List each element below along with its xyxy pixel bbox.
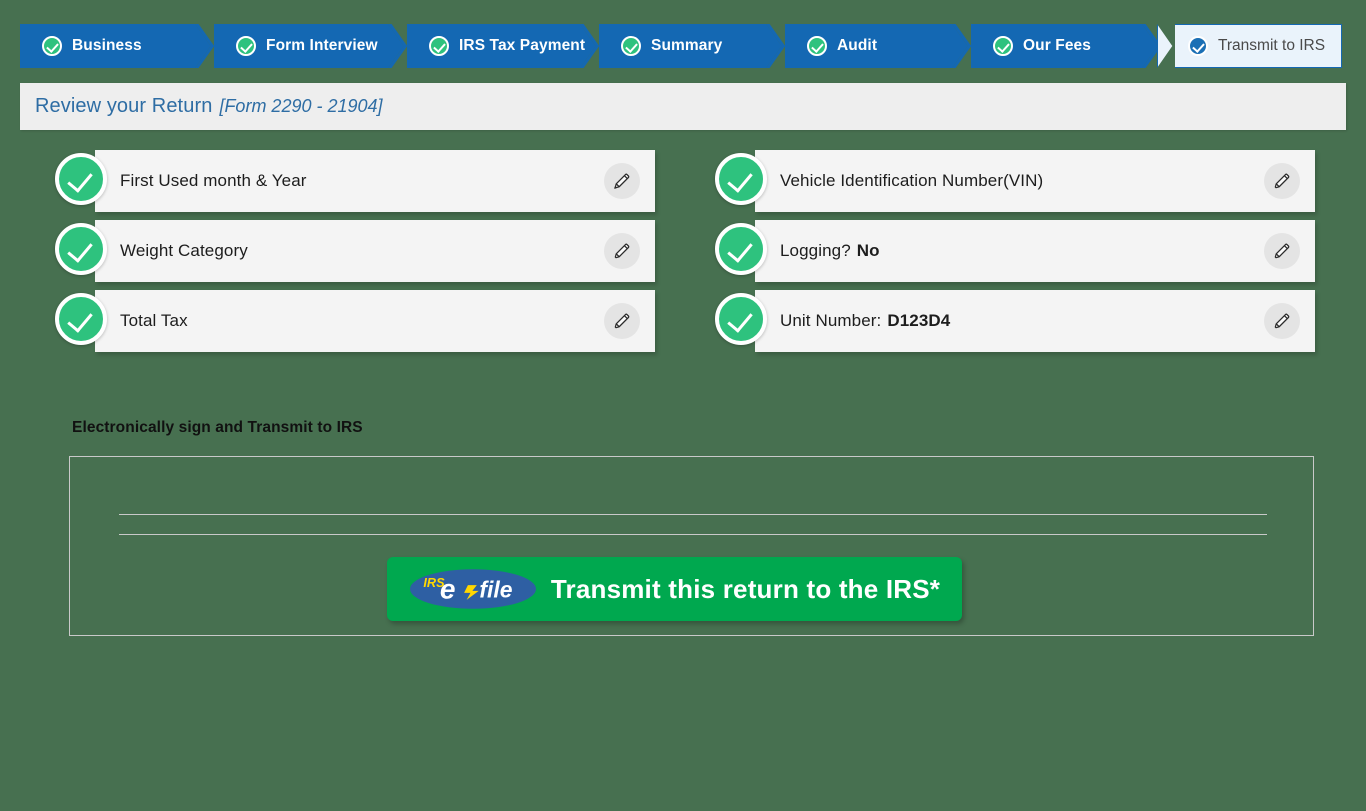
review-row-total-tax: Total Tax — [55, 290, 655, 352]
svg-text:e: e — [440, 574, 456, 605]
review-card-label: Unit Number: D123D4 — [780, 311, 951, 330]
pencil-icon[interactable] — [1264, 303, 1300, 339]
review-row-unit-number: Unit Number: D123D4 — [715, 290, 1315, 352]
pencil-icon[interactable] — [604, 163, 640, 199]
chevron-separator-icon — [388, 24, 408, 68]
step-form-interview[interactable]: Form Interview — [214, 24, 408, 68]
check-circle-icon — [42, 36, 62, 56]
review-row-vin: Vehicle Identification Number(VIN) — [715, 150, 1315, 212]
chevron-separator-icon — [952, 24, 972, 68]
chevron-separator-icon — [766, 24, 786, 68]
check-circle-icon — [993, 36, 1013, 56]
page-title-bar: Review your Return [Form 2290 - 21904] — [20, 83, 1346, 130]
review-row-logging: Logging? No — [715, 220, 1315, 282]
check-circle-icon — [807, 36, 827, 56]
pencil-icon[interactable] — [604, 303, 640, 339]
check-circle-icon — [236, 36, 256, 56]
check-circle-icon — [715, 223, 767, 275]
check-circle-icon — [55, 153, 107, 205]
page-title-form-ref: [Form 2290 - 21904] — [219, 96, 383, 116]
review-cards: First Used month & Year Weight Category … — [0, 150, 1366, 375]
review-card-value: No — [856, 241, 880, 260]
step-label: Summary — [651, 37, 723, 55]
review-card[interactable]: Weight Category — [95, 220, 655, 282]
step-label: Transmit to IRS — [1218, 37, 1326, 55]
check-circle-icon — [621, 36, 641, 56]
step-label: Our Fees — [1023, 37, 1091, 55]
review-cards-left-column: First Used month & Year Weight Category … — [55, 150, 655, 360]
step-label: Audit — [837, 37, 878, 55]
review-card-label: Weight Category — [120, 241, 248, 260]
irs-efile-logo: IRS e file — [409, 569, 536, 609]
step-label: IRS Tax Payment — [459, 37, 586, 55]
review-card[interactable]: Logging? No — [755, 220, 1315, 282]
signature-line-2 — [119, 534, 1267, 535]
review-card[interactable]: First Used month & Year — [95, 150, 655, 212]
check-circle-icon — [715, 153, 767, 205]
review-card[interactable]: Unit Number: D123D4 — [755, 290, 1315, 352]
step-irs-tax-payment[interactable]: IRS Tax Payment — [407, 24, 600, 68]
step-summary[interactable]: Summary — [599, 24, 786, 68]
review-card[interactable]: Total Tax — [95, 290, 655, 352]
pencil-icon[interactable] — [604, 233, 640, 269]
review-cards-right-column: Vehicle Identification Number(VIN) Loggi… — [715, 150, 1315, 360]
check-circle-icon — [1188, 36, 1208, 56]
svg-text:file: file — [479, 576, 512, 602]
check-circle-icon — [715, 293, 767, 345]
step-audit[interactable]: Audit — [785, 24, 972, 68]
review-card-label: Vehicle Identification Number(VIN) — [780, 171, 1044, 190]
check-circle-icon — [429, 36, 449, 56]
pencil-icon[interactable] — [1264, 163, 1300, 199]
pencil-icon[interactable] — [1264, 233, 1300, 269]
review-card-value: D123D4 — [887, 311, 951, 330]
signature-panel: IRS e file Transmit this return to the I… — [69, 456, 1314, 636]
transmit-to-irs-button[interactable]: IRS e file Transmit this return to the I… — [387, 557, 962, 621]
review-card-label: First Used month & Year — [120, 171, 307, 190]
check-circle-icon — [55, 223, 107, 275]
review-row-weight-category: Weight Category — [55, 220, 655, 282]
step-label: Form Interview — [266, 37, 378, 55]
step-label: Business — [72, 37, 142, 55]
check-circle-icon — [55, 293, 107, 345]
chevron-separator-icon — [195, 24, 215, 68]
sign-section-heading: Electronically sign and Transmit to IRS — [72, 419, 363, 436]
signature-line-1 — [119, 514, 1267, 515]
transmit-button-label: Transmit this return to the IRS* — [550, 573, 941, 604]
review-card-label: Total Tax — [120, 311, 188, 330]
page-title: Review your Return — [35, 95, 213, 117]
wizard-step-bar: Business Form Interview IRS Tax Payment … — [20, 24, 1346, 68]
chevron-separator-icon — [1157, 24, 1175, 68]
step-business[interactable]: Business — [20, 24, 215, 68]
review-card[interactable]: Vehicle Identification Number(VIN) — [755, 150, 1315, 212]
review-row-first-used-month-year: First Used month & Year — [55, 150, 655, 212]
review-card-label: Logging? No — [780, 241, 880, 260]
step-our-fees[interactable]: Our Fees — [971, 24, 1162, 68]
step-transmit-to-irs[interactable]: Transmit to IRS — [1157, 24, 1342, 68]
